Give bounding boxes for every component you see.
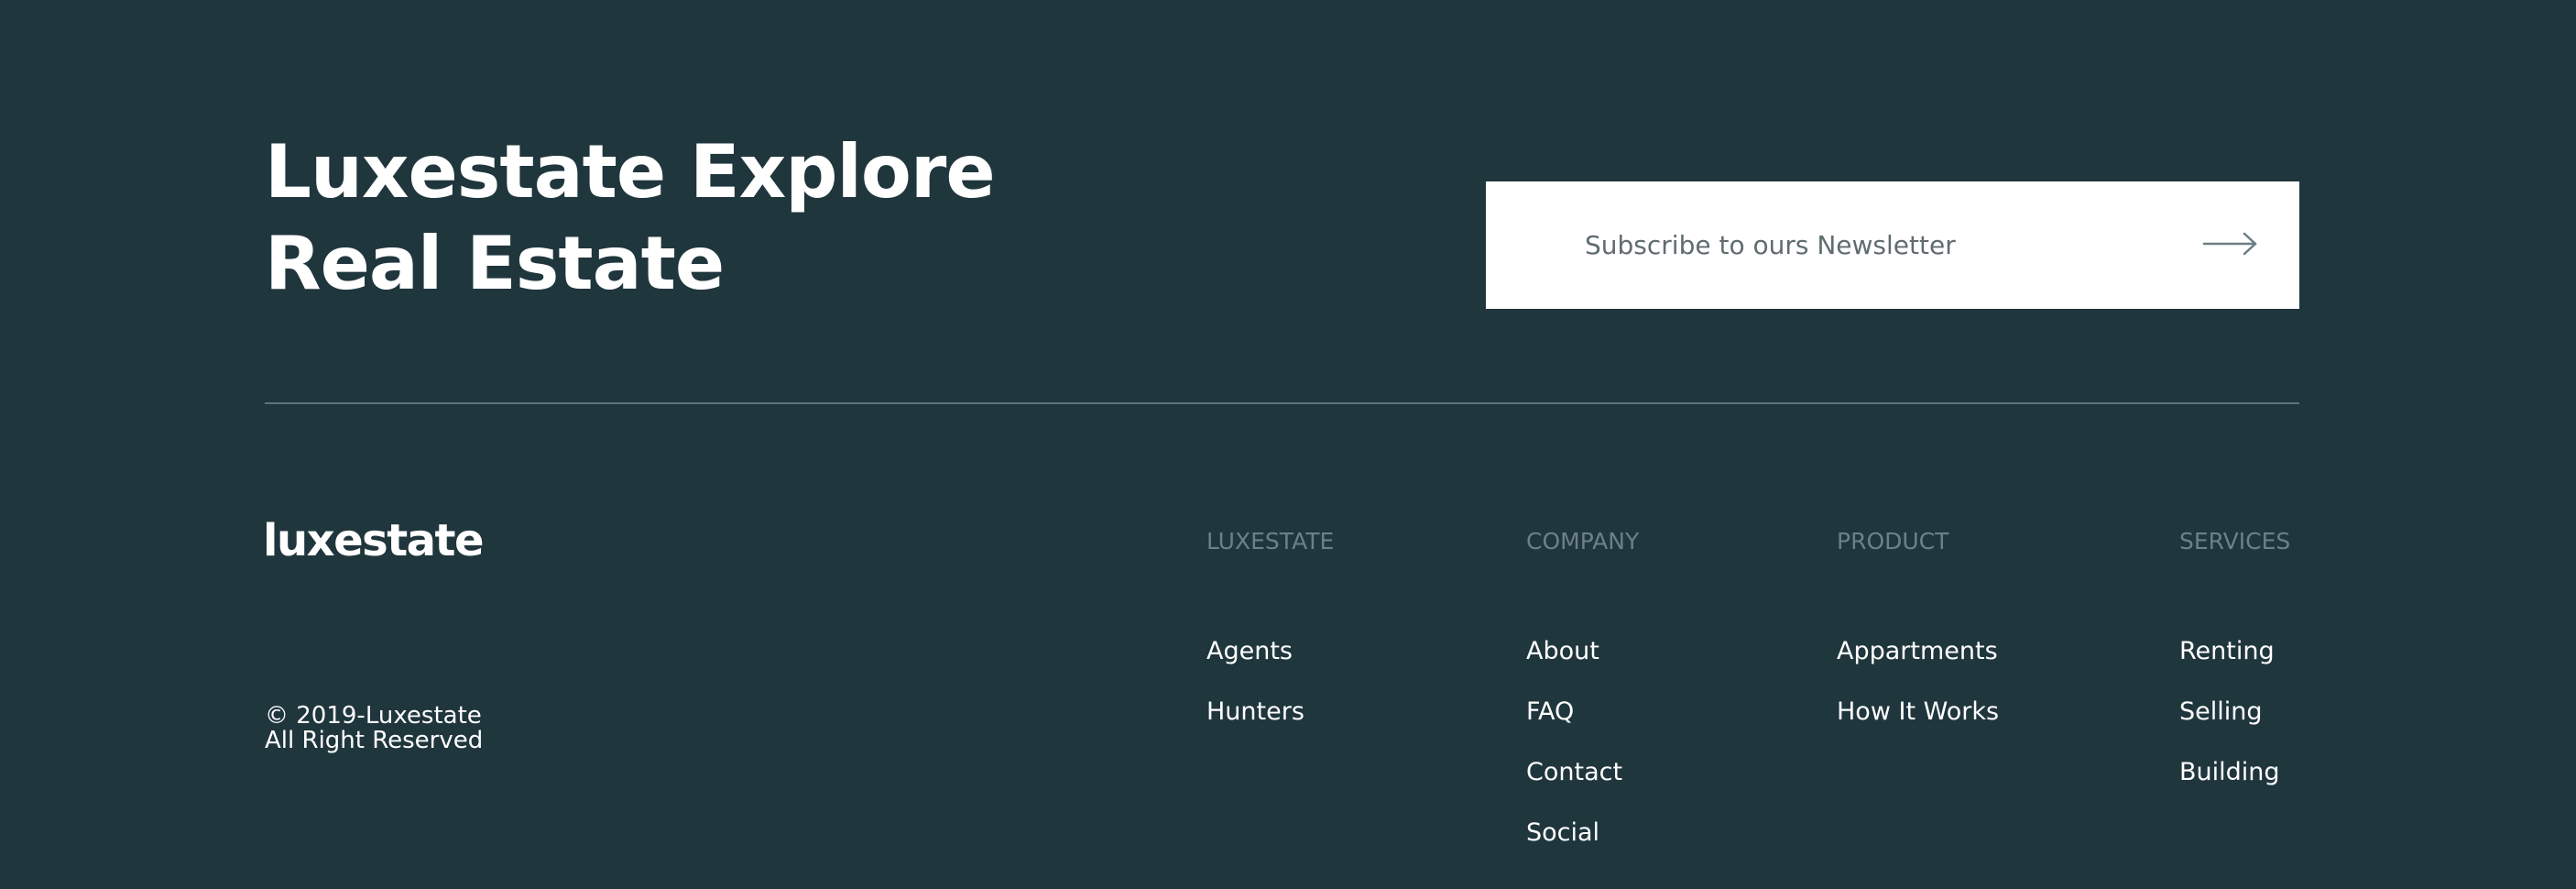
copyright: © 2019-Luxestate All Right Reserved [265,704,483,753]
footer-column-product: PRODUCT Appartments How It Works [1837,525,1999,756]
footer-column-heading: COMPANY [1526,528,1640,554]
newsletter-submit-button[interactable] [2199,222,2263,268]
footer-link-agents[interactable]: Agents [1206,635,1334,696]
footer-column-heading: SERVICES [2179,528,2291,554]
footer-link-how-it-works[interactable]: How It Works [1837,696,1999,756]
footer-link-selling[interactable]: Selling [2179,696,2290,756]
footer-link-about[interactable]: About [1526,635,1639,696]
copyright-line-2: All Right Reserved [265,727,484,754]
newsletter-form [1486,181,2299,309]
hero-title-line-1: Luxestate Explore [265,129,996,214]
footer-link-appartments[interactable]: Appartments [1837,635,1999,696]
footer-link-renting[interactable]: Renting [2179,635,2290,696]
footer-link-hunters[interactable]: Hunters [1206,696,1334,756]
footer-divider [265,402,2299,404]
footer-link-contact[interactable]: Contact [1526,756,1639,817]
footer-column-heading: PRODUCT [1837,528,1949,554]
hero-title-line-2: Real Estate [265,221,725,306]
footer-link-social[interactable]: Social [1526,817,1639,877]
footer-column-heading: LUXESTATE [1206,528,1335,554]
footer-column-luxestate: LUXESTATE Agents Hunters [1206,525,1334,756]
newsletter-email-input[interactable] [1585,222,2153,268]
footer-logo[interactable]: luxestate [263,511,485,570]
arrow-right-icon [2202,232,2257,255]
copyright-line-1: © 2019-Luxestate [265,702,482,730]
footer-link-building[interactable]: Building [2179,756,2290,817]
footer-link-faq[interactable]: FAQ [1526,696,1639,756]
footer-column-services: SERVICES Renting Selling Building [2179,525,2290,817]
hero-title: Luxestate Explore Real Estate [265,126,996,310]
footer-column-company: COMPANY About FAQ Contact Social [1526,525,1639,877]
